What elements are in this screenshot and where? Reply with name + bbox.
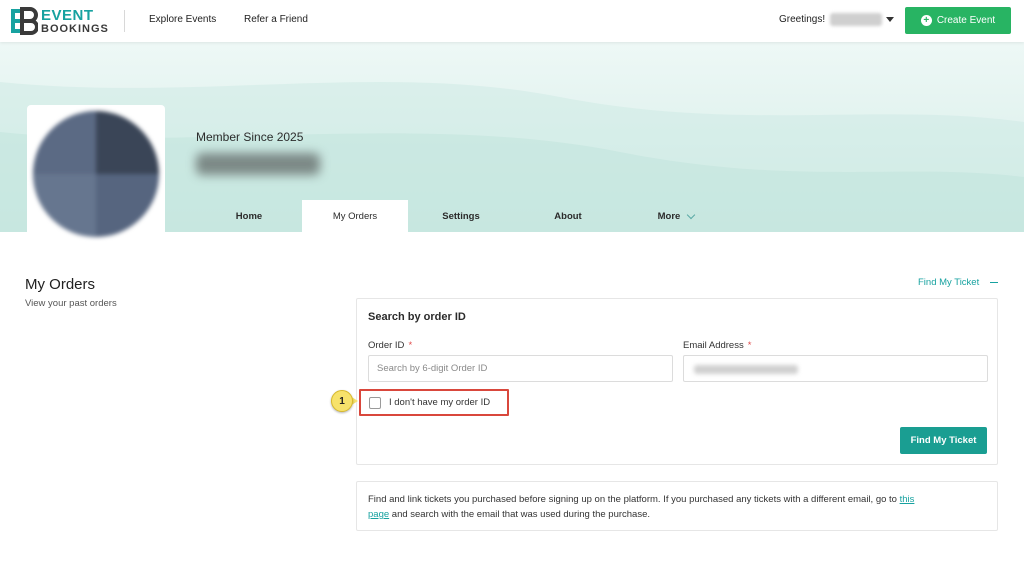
find-my-ticket-toggle[interactable]: Find My Ticket [918,277,979,288]
this-page-link[interactable]: this [900,494,915,505]
this-page-link-continued[interactable]: page [368,509,389,520]
step-callout-badge: 1 [331,390,353,412]
nav-refer-a-friend[interactable]: Refer a Friend [244,14,308,25]
event-bookings-logo[interactable]: EVENT BOOKINGS [10,7,109,35]
create-event-label: Create Event [936,15,996,26]
info-text-after: and search with the email that was used … [389,509,651,520]
avatar-frame [27,105,165,243]
order-id-label-text: Order ID [368,340,405,351]
tab-label: Home [235,211,263,222]
greeting-text: Greetings! [779,14,826,25]
required-asterisk: * [747,340,752,351]
tab-home[interactable]: Home [196,200,302,233]
logo-text-event: EVENT [41,6,94,24]
email-label: Email Address * [683,340,751,351]
tab-about[interactable]: About [514,200,622,233]
no-order-id-checkbox-row[interactable]: I don't have my order ID [359,389,509,416]
avatar[interactable] [33,111,159,237]
plus-circle-icon: + [920,15,932,26]
order-id-input[interactable] [368,355,673,382]
email-value-redacted [694,365,798,374]
page: EVENT BOOKINGS Explore Events Refer a Fr… [0,0,1024,576]
no-order-id-label: I don't have my order ID [389,397,491,408]
chevron-down-icon [687,210,696,219]
email-input[interactable] [683,355,988,382]
create-event-button[interactable]: + Create Event [905,7,1011,34]
page-subtitle: View your past orders [25,298,117,309]
tab-label: Settings [442,211,480,222]
card-title: Search by order ID [368,311,466,323]
tab-label: My Orders [332,211,378,222]
email-label-text: Email Address [683,340,744,351]
no-order-id-checkbox[interactable] [369,396,381,409]
info-note: Find and link tickets you purchased befo… [356,481,998,531]
user-menu-caret-icon[interactable] [886,17,894,22]
required-asterisk: * [408,340,413,351]
tab-settings[interactable]: Settings [408,200,514,233]
header-divider [124,10,125,32]
info-text-before: Find and link tickets you purchased befo… [368,494,900,505]
member-since-text: Member Since 2025 [196,130,304,144]
tab-more[interactable]: More [622,200,730,233]
profile-name-redacted [196,153,320,175]
tab-label: More [657,211,681,222]
top-header: EVENT BOOKINGS Explore Events Refer a Fr… [0,0,1024,42]
order-id-label: Order ID * [368,340,412,351]
tab-my-orders[interactable]: My Orders [302,200,408,233]
user-name-redacted [830,13,882,26]
tab-label: About [554,211,582,222]
find-my-ticket-button[interactable]: Find My Ticket [900,427,987,454]
nav-explore-events[interactable]: Explore Events [149,14,216,25]
logo-mark-icon [10,7,39,35]
collapse-minus-icon[interactable] [990,282,998,283]
logo-text-bookings: BOOKINGS [41,22,109,35]
page-title: My Orders [25,276,96,293]
